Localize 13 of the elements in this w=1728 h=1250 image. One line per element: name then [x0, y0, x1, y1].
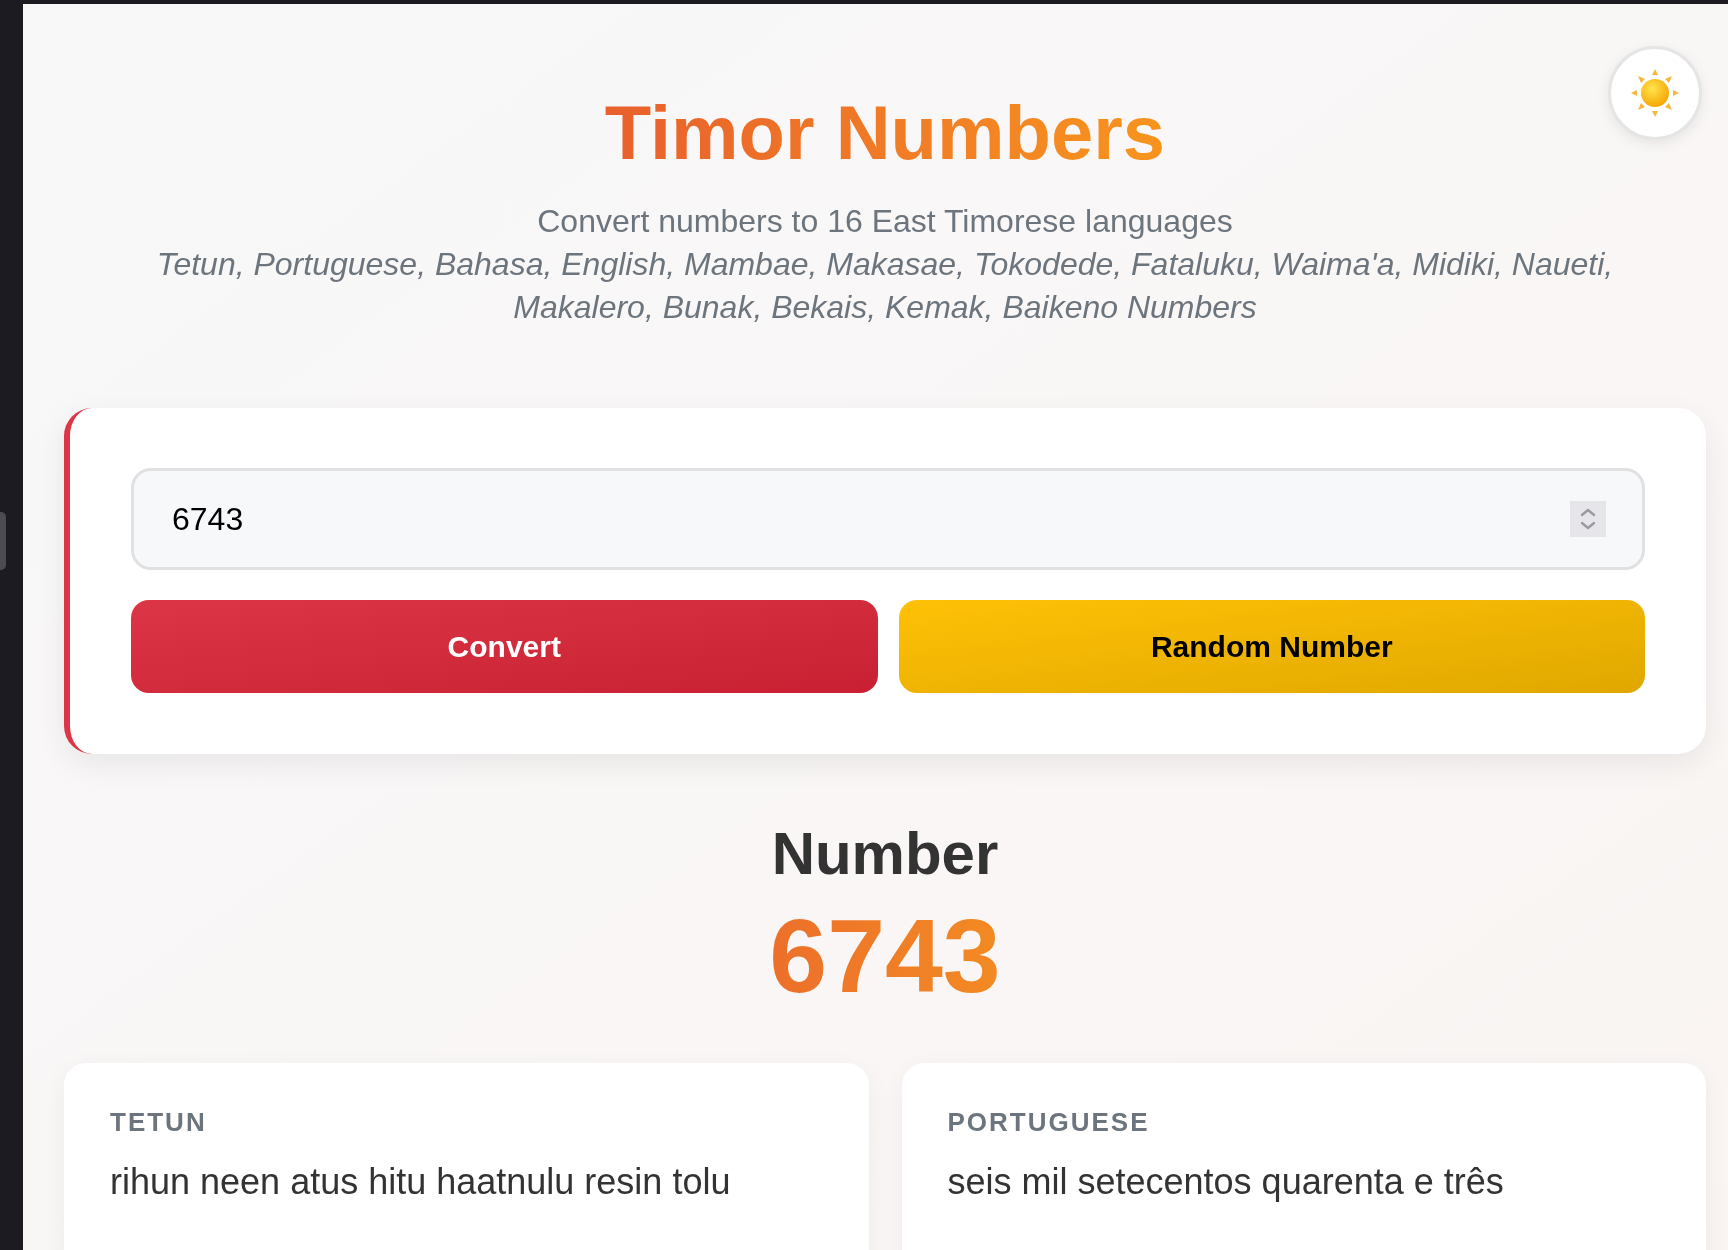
sun-icon [1631, 69, 1679, 117]
random-number-button[interactable]: Random Number [898, 600, 1645, 694]
translation-text: rihun neen atus hitu haatnulu resin tolu [110, 1159, 732, 1204]
stepper-icon[interactable] [1570, 501, 1606, 538]
language-label: TETUN [110, 1105, 208, 1138]
subtitle: Convert numbers to 16 East Timorese languages [537, 202, 1233, 242]
result-heading: Number [771, 819, 999, 890]
panel-handle[interactable] [0, 512, 6, 570]
languages-list: Tetun, Portuguese, Bahasa, English, Mambae, Makasae, Tokodede, Fataluku, Waima'a, Midiki, Naueti, Makalero, Bunak, Bekais, Kemak, Baikeno Numbers [85, 243, 1685, 330]
language-label: PORTUGUESE [947, 1105, 1151, 1138]
translation-text: seis mil setecentos quarenta e três [947, 1159, 1505, 1204]
number-input[interactable]: 6743 [131, 468, 1645, 571]
convert-button[interactable]: Convert [131, 600, 878, 694]
